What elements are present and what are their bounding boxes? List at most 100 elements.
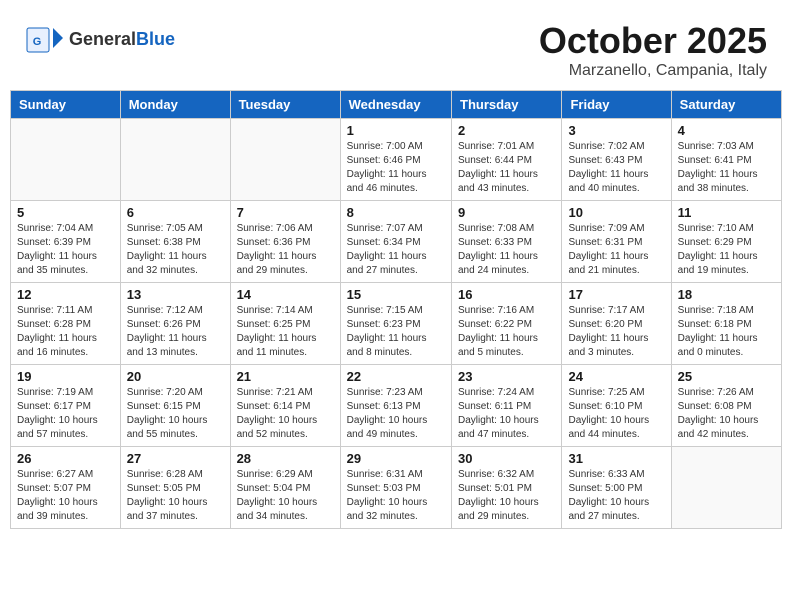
- calendar-cell: 11 Sunrise: 7:10 AM Sunset: 6:29 PM Dayli…: [671, 201, 781, 283]
- day-info: Sunrise: 6:27 AM Sunset: 5:07 PM Dayligh…: [17, 468, 114, 524]
- day-info: Sunrise: 7:11 AM Sunset: 6:28 PM Dayligh…: [17, 304, 114, 360]
- calendar-cell: 26Sunrise: 6:27 AM Sunset: 5:07 PM Dayli…: [11, 447, 121, 529]
- day-info: Sunrise: 7:24 AM Sunset: 6:11 PM Dayligh…: [458, 386, 555, 442]
- calendar-cell: [230, 119, 340, 201]
- day-info: Sunrise: 7:06 AM Sunset: 6:36 PM Dayligh…: [237, 222, 334, 278]
- day-info: Sunrise: 6:29 AM Sunset: 5:04 PM Dayligh…: [237, 468, 334, 524]
- calendar-cell: 24 Sunrise: 7:25 AM Sunset: 6:10 PM Dayli…: [562, 365, 671, 447]
- day-number: 31: [568, 451, 664, 466]
- calendar-header-saturday: Saturday: [671, 91, 781, 119]
- day-number: 19: [17, 369, 114, 384]
- day-info: Sunrise: 6:32 AM Sunset: 5:01 PM Dayligh…: [458, 468, 555, 524]
- calendar-week-row: 19 Sunrise: 7:19 AM Sunset: 6:17 PM Dayli…: [11, 365, 782, 447]
- calendar-cell: 19 Sunrise: 7:19 AM Sunset: 6:17 PM Dayli…: [11, 365, 121, 447]
- logo-general: General: [69, 29, 136, 49]
- calendar-cell: 10Sunrise: 7:09 AM Sunset: 6:31 PM Dayli…: [562, 201, 671, 283]
- page-header: G GeneralBlue October 2025 Marzanello, C…: [10, 10, 782, 85]
- calendar-header-tuesday: Tuesday: [230, 91, 340, 119]
- calendar-cell: 30 Sunrise: 6:32 AM Sunset: 5:01 PM Dayli…: [452, 447, 562, 529]
- calendar-cell: 7Sunrise: 7:06 AM Sunset: 6:36 PM Daylig…: [230, 201, 340, 283]
- day-number: 6: [127, 205, 224, 220]
- day-number: 5: [17, 205, 114, 220]
- day-info: Sunrise: 7:25 AM Sunset: 6:10 PM Dayligh…: [568, 386, 664, 442]
- day-number: 8: [347, 205, 445, 220]
- calendar-cell: 6 Sunrise: 7:05 AM Sunset: 6:38 PM Daylig…: [120, 201, 230, 283]
- calendar-header-monday: Monday: [120, 91, 230, 119]
- day-info: Sunrise: 6:31 AM Sunset: 5:03 PM Dayligh…: [347, 468, 445, 524]
- day-number: 29: [347, 451, 445, 466]
- calendar-cell: 2 Sunrise: 7:01 AM Sunset: 6:44 PM Daylig…: [452, 119, 562, 201]
- day-number: 28: [237, 451, 334, 466]
- day-number: 12: [17, 287, 114, 302]
- day-info: Sunrise: 7:21 AM Sunset: 6:14 PM Dayligh…: [237, 386, 334, 442]
- calendar-cell: [120, 119, 230, 201]
- calendar-cell: 18Sunrise: 7:18 AM Sunset: 6:18 PM Dayli…: [671, 283, 781, 365]
- calendar-cell: 1 Sunrise: 7:00 AM Sunset: 6:46 PM Daylig…: [340, 119, 451, 201]
- calendar-table: SundayMondayTuesdayWednesdayThursdayFrid…: [10, 90, 782, 529]
- day-info: Sunrise: 7:23 AM Sunset: 6:13 PM Dayligh…: [347, 386, 445, 442]
- day-number: 14: [237, 287, 334, 302]
- day-info: Sunrise: 7:12 AM Sunset: 6:26 PM Dayligh…: [127, 304, 224, 360]
- calendar-header-row: SundayMondayTuesdayWednesdayThursdayFrid…: [11, 91, 782, 119]
- day-number: 2: [458, 123, 555, 138]
- calendar-header-sunday: Sunday: [11, 91, 121, 119]
- calendar-header-wednesday: Wednesday: [340, 91, 451, 119]
- calendar-cell: 21 Sunrise: 7:21 AM Sunset: 6:14 PM Dayli…: [230, 365, 340, 447]
- day-info: Sunrise: 7:01 AM Sunset: 6:44 PM Dayligh…: [458, 140, 555, 196]
- location-title: Marzanello, Campania, Italy: [539, 62, 767, 80]
- calendar-cell: 23Sunrise: 7:24 AM Sunset: 6:11 PM Dayli…: [452, 365, 562, 447]
- day-info: Sunrise: 7:20 AM Sunset: 6:15 PM Dayligh…: [127, 386, 224, 442]
- day-info: Sunrise: 7:07 AM Sunset: 6:34 PM Dayligh…: [347, 222, 445, 278]
- day-info: Sunrise: 7:17 AM Sunset: 6:20 PM Dayligh…: [568, 304, 664, 360]
- day-number: 16: [458, 287, 555, 302]
- day-number: 3: [568, 123, 664, 138]
- day-info: Sunrise: 7:26 AM Sunset: 6:08 PM Dayligh…: [678, 386, 775, 442]
- calendar-cell: 4Sunrise: 7:03 AM Sunset: 6:41 PM Daylig…: [671, 119, 781, 201]
- day-number: 22: [347, 369, 445, 384]
- calendar-cell: 20Sunrise: 7:20 AM Sunset: 6:15 PM Dayli…: [120, 365, 230, 447]
- calendar-cell: 13 Sunrise: 7:12 AM Sunset: 6:26 PM Dayli…: [120, 283, 230, 365]
- day-number: 13: [127, 287, 224, 302]
- calendar-cell: 29 Sunrise: 6:31 AM Sunset: 5:03 PM Dayli…: [340, 447, 451, 529]
- day-info: Sunrise: 7:09 AM Sunset: 6:31 PM Dayligh…: [568, 222, 664, 278]
- day-info: Sunrise: 7:03 AM Sunset: 6:41 PM Dayligh…: [678, 140, 775, 196]
- calendar-cell: 27 Sunrise: 6:28 AM Sunset: 5:05 PM Dayli…: [120, 447, 230, 529]
- day-info: Sunrise: 7:14 AM Sunset: 6:25 PM Dayligh…: [237, 304, 334, 360]
- title-section: October 2025 Marzanello, Campania, Italy: [539, 20, 767, 80]
- day-number: 30: [458, 451, 555, 466]
- day-number: 1: [347, 123, 445, 138]
- day-number: 17: [568, 287, 664, 302]
- calendar-cell: 28 Sunrise: 6:29 AM Sunset: 5:04 PM Dayli…: [230, 447, 340, 529]
- calendar-week-row: 1 Sunrise: 7:00 AM Sunset: 6:46 PM Daylig…: [11, 119, 782, 201]
- day-info: Sunrise: 7:02 AM Sunset: 6:43 PM Dayligh…: [568, 140, 664, 196]
- calendar-cell: 3 Sunrise: 7:02 AM Sunset: 6:43 PM Daylig…: [562, 119, 671, 201]
- day-info: Sunrise: 6:28 AM Sunset: 5:05 PM Dayligh…: [127, 468, 224, 524]
- day-info: Sunrise: 7:10 AM Sunset: 6:29 PM Dayligh…: [678, 222, 775, 278]
- day-number: 24: [568, 369, 664, 384]
- day-info: Sunrise: 7:19 AM Sunset: 6:17 PM Dayligh…: [17, 386, 114, 442]
- calendar-cell: [671, 447, 781, 529]
- day-number: 25: [678, 369, 775, 384]
- calendar-cell: 12 Sunrise: 7:11 AM Sunset: 6:28 PM Dayli…: [11, 283, 121, 365]
- calendar-cell: 25 Sunrise: 7:26 AM Sunset: 6:08 PM Dayli…: [671, 365, 781, 447]
- day-number: 15: [347, 287, 445, 302]
- logo: G GeneralBlue: [25, 20, 175, 60]
- calendar-header-friday: Friday: [562, 91, 671, 119]
- calendar-cell: 22 Sunrise: 7:23 AM Sunset: 6:13 PM Dayli…: [340, 365, 451, 447]
- calendar-cell: 14 Sunrise: 7:14 AM Sunset: 6:25 PM Dayli…: [230, 283, 340, 365]
- day-info: Sunrise: 7:08 AM Sunset: 6:33 PM Dayligh…: [458, 222, 555, 278]
- calendar-cell: 9 Sunrise: 7:08 AM Sunset: 6:33 PM Daylig…: [452, 201, 562, 283]
- day-info: Sunrise: 7:16 AM Sunset: 6:22 PM Dayligh…: [458, 304, 555, 360]
- logo-blue: Blue: [136, 29, 175, 49]
- month-title: October 2025: [539, 20, 767, 62]
- calendar-cell: 15Sunrise: 7:15 AM Sunset: 6:23 PM Dayli…: [340, 283, 451, 365]
- day-info: Sunrise: 6:33 AM Sunset: 5:00 PM Dayligh…: [568, 468, 664, 524]
- day-number: 11: [678, 205, 775, 220]
- day-info: Sunrise: 7:05 AM Sunset: 6:38 PM Dayligh…: [127, 222, 224, 278]
- logo-icon: G: [25, 20, 65, 60]
- day-number: 9: [458, 205, 555, 220]
- day-info: Sunrise: 7:04 AM Sunset: 6:39 PM Dayligh…: [17, 222, 114, 278]
- day-number: 21: [237, 369, 334, 384]
- day-number: 27: [127, 451, 224, 466]
- day-info: Sunrise: 7:00 AM Sunset: 6:46 PM Dayligh…: [347, 140, 445, 196]
